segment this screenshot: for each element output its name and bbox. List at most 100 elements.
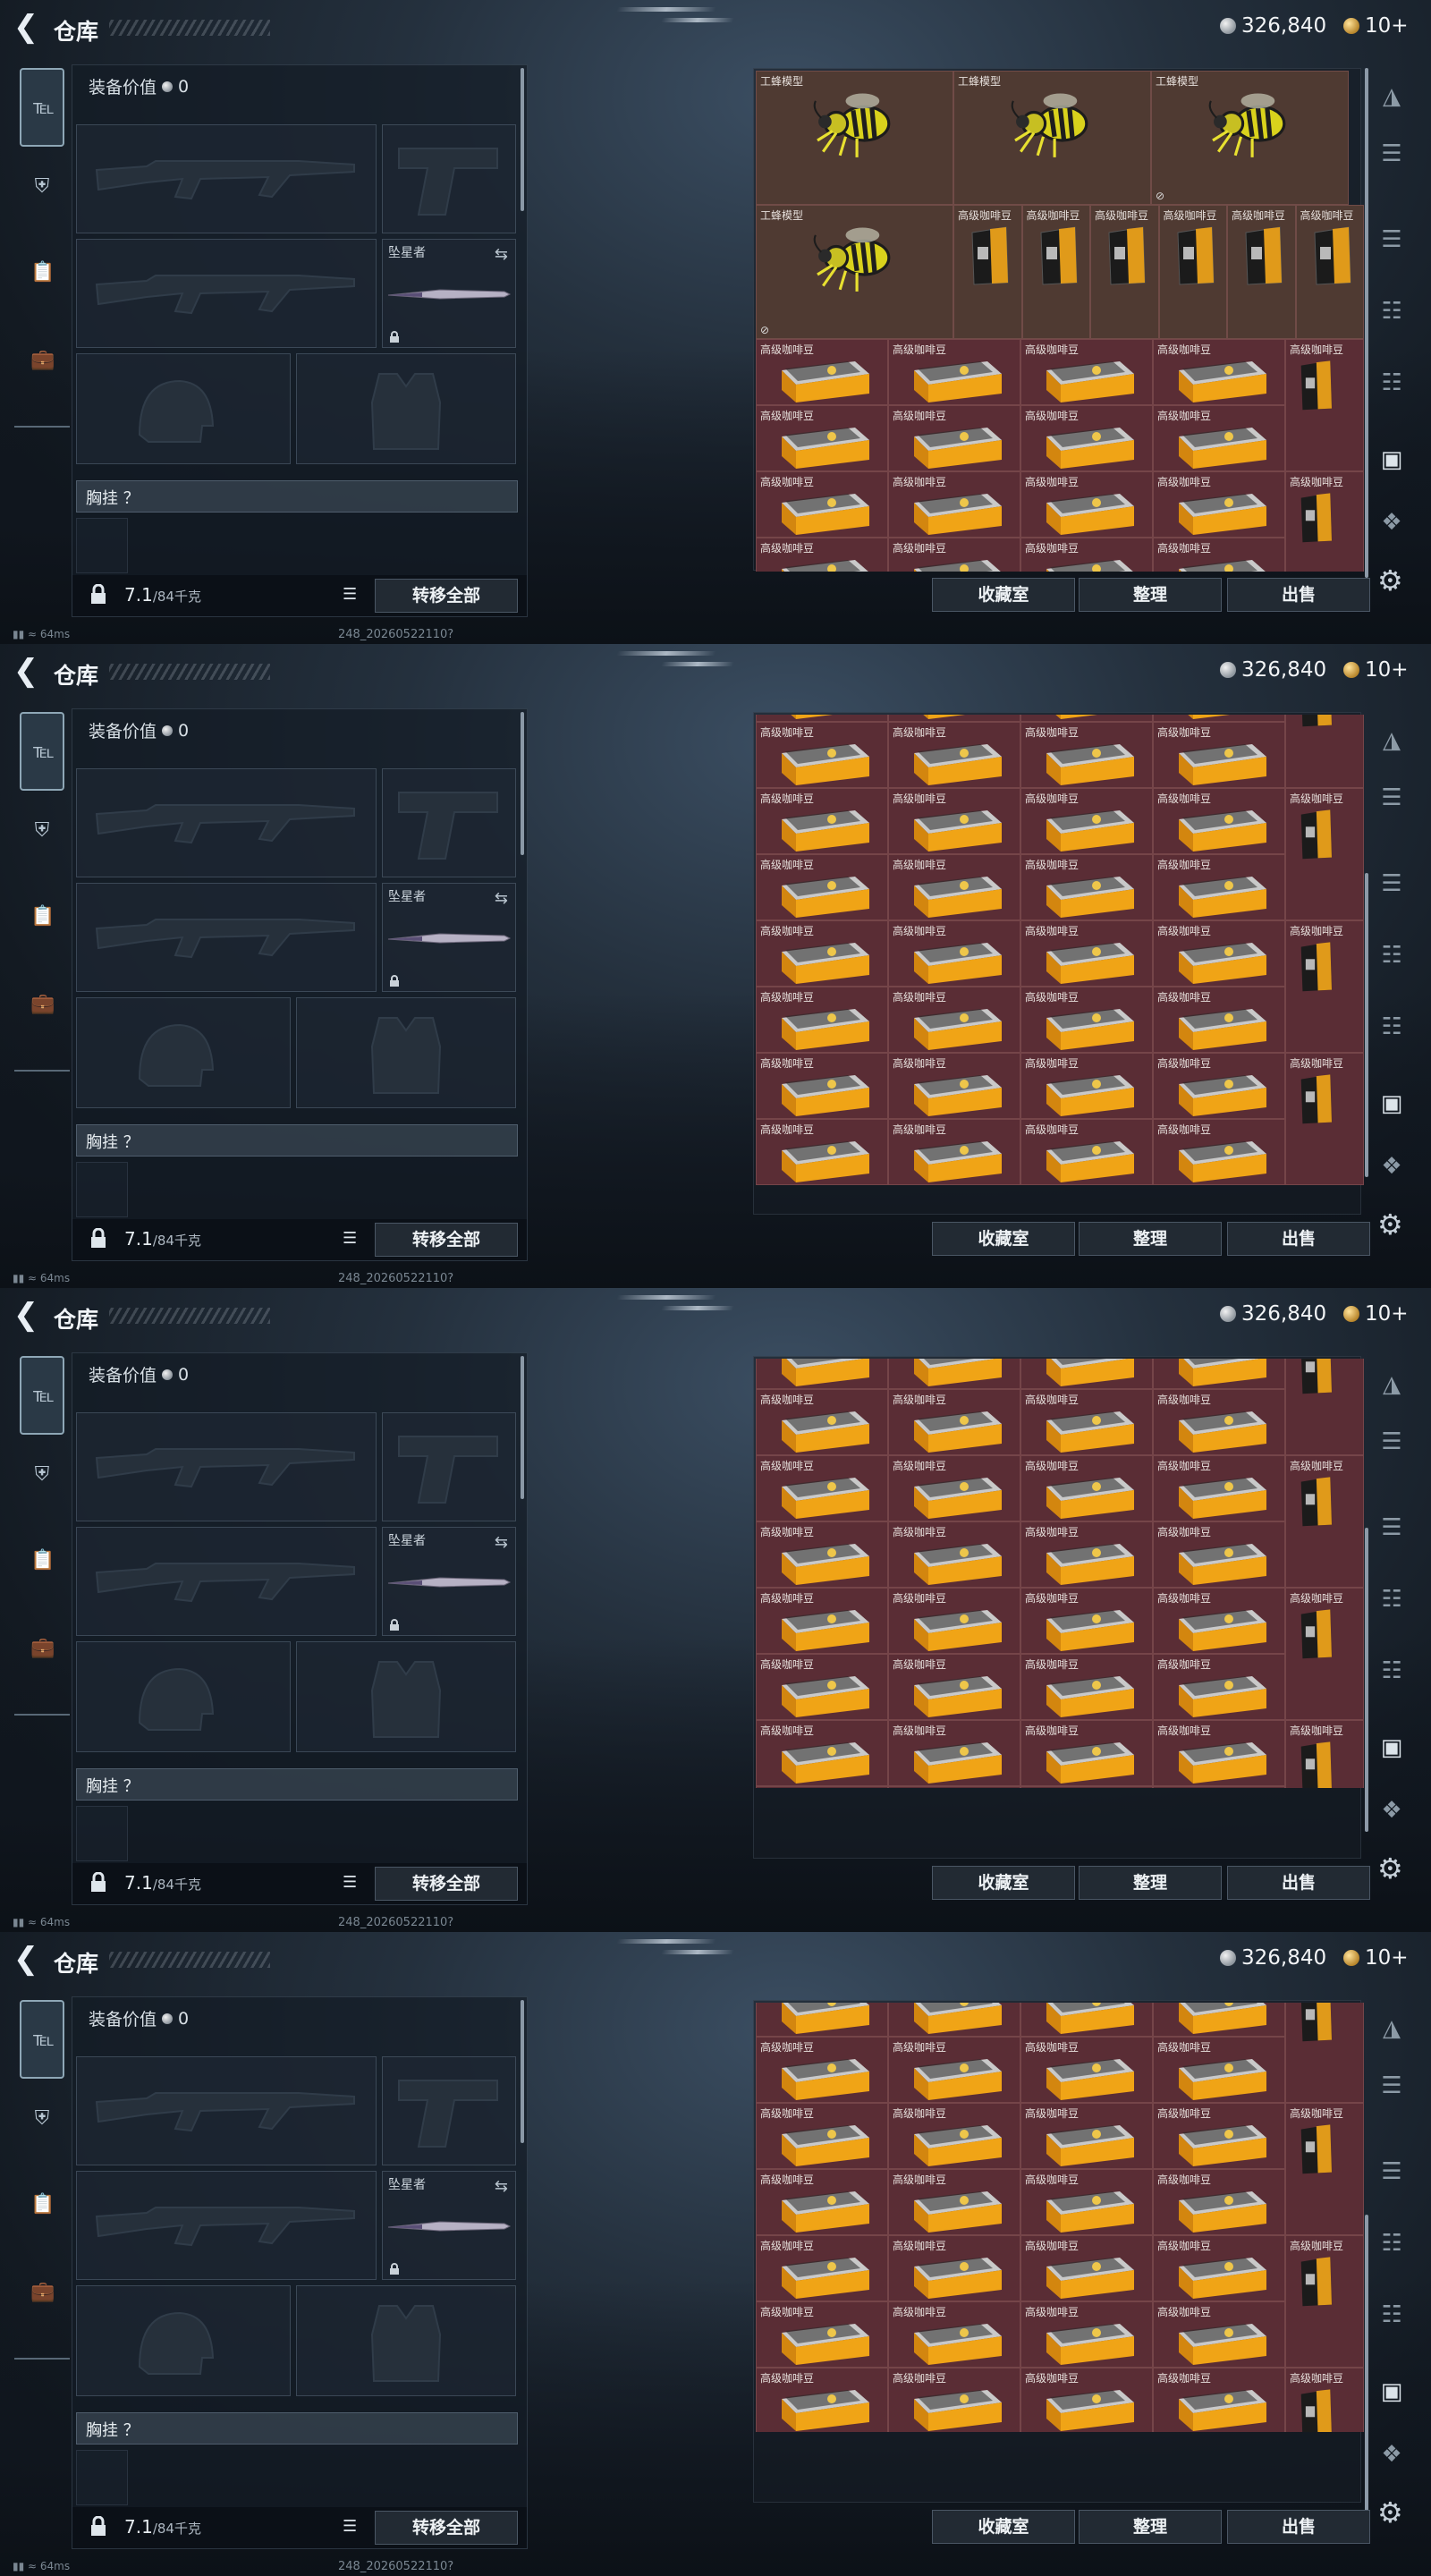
nav-tasks[interactable]: 📋 [20, 2177, 64, 2256]
inventory-cell[interactable]: 高级咖啡豆 [888, 2368, 1020, 2432]
weapon-filter-icon[interactable]: ☰ [1374, 782, 1410, 814]
nav-armor[interactable]: ⛨ [20, 1445, 64, 1524]
melee-slot[interactable]: 坠星者 ⇆ [382, 1527, 516, 1636]
inventory-cell[interactable]: 高级咖啡豆 [1020, 1521, 1153, 1588]
sell-button[interactable]: 出售 [1227, 578, 1370, 612]
inventory-cell[interactable]: 高级咖啡豆 [1285, 2003, 1364, 2103]
list-icon[interactable]: ☰ [343, 1875, 362, 1892]
inventory-cell[interactable]: 高级咖啡豆 [1153, 1720, 1285, 1786]
nav-weapons[interactable]: ℡ [20, 2000, 64, 2079]
body-armor-slot[interactable] [296, 2285, 516, 2396]
storage-scrollbar[interactable] [1365, 873, 1368, 1177]
inventory-cell[interactable]: 高级咖啡豆 [888, 1455, 1020, 1521]
inventory-cell[interactable]: 高级咖啡豆 [888, 1359, 1020, 1389]
primary-weapon-slot[interactable] [76, 768, 377, 877]
misc-filter-icon[interactable]: ❖ [1374, 2438, 1410, 2470]
sell-button[interactable]: 出售 [1227, 1866, 1370, 1900]
inventory-cell[interactable]: 高级咖啡豆 [1153, 722, 1285, 788]
gold-currency[interactable]: 10+ [1343, 658, 1409, 682]
chest-rig-item[interactable] [76, 1806, 128, 1861]
inventory-cell[interactable]: 高级咖啡豆 [1153, 1053, 1285, 1119]
loot-filter-icon[interactable]: ▣ [1374, 1732, 1410, 1764]
nav-backpack[interactable]: 💼 [20, 1621, 64, 1699]
inventory-cell[interactable]: 高级咖啡豆 [1285, 1455, 1364, 1588]
primary-weapon-slot[interactable] [76, 124, 377, 233]
nav-backpack[interactable]: 💼 [20, 2265, 64, 2343]
inventory-cell[interactable]: 高级咖啡豆 [888, 1588, 1020, 1654]
inventory-cell[interactable]: 高级咖啡豆 [1020, 987, 1153, 1053]
nav-backpack[interactable]: 💼 [20, 333, 64, 411]
inventory-cell[interactable]: 高级咖啡豆 [1285, 788, 1364, 920]
inventory-cell[interactable]: 高级咖啡豆 [1020, 2037, 1153, 2103]
body-armor-slot[interactable] [296, 353, 516, 464]
back-arrow-icon[interactable]: ❮ [13, 12, 39, 42]
list-icon[interactable]: ☰ [343, 587, 362, 604]
melee-slot[interactable]: 坠星者 ⇆ [382, 883, 516, 992]
inventory-cell[interactable]: 高级咖啡豆 [756, 1521, 888, 1588]
pistol-slot[interactable] [382, 768, 516, 877]
back-arrow-icon[interactable]: ❮ [13, 656, 39, 686]
attachment-filter-icon[interactable]: ☷ [1374, 367, 1410, 399]
gold-currency[interactable]: 10+ [1343, 14, 1409, 38]
nav-tasks[interactable]: 📋 [20, 1533, 64, 1612]
inventory-cell[interactable]: 高级咖啡豆 [1020, 1053, 1153, 1119]
inventory-cell[interactable]: 高级咖啡豆 [1285, 471, 1364, 572]
inventory-cell[interactable]: 高级咖啡豆 [1020, 339, 1153, 405]
inventory-cell[interactable]: 高级咖啡豆 [756, 1119, 888, 1185]
inventory-cell[interactable]: 高级咖啡豆 [1020, 2169, 1153, 2235]
secondary-weapon-slot[interactable] [76, 1527, 377, 1636]
inventory-cell[interactable]: 高级咖啡豆 [888, 987, 1020, 1053]
inventory-cell[interactable]: 高级咖啡豆 [888, 722, 1020, 788]
inventory-cell[interactable]: 高级咖啡豆 [1285, 339, 1364, 471]
ammo-filter-icon[interactable]: ☷ [1374, 295, 1410, 327]
inventory-cell[interactable]: 高级咖啡豆 [1020, 538, 1153, 572]
inventory-cell[interactable]: 高级咖啡豆 [1153, 1588, 1285, 1654]
inventory-cell[interactable]: 高级咖啡豆 [1153, 715, 1285, 722]
misc-filter-icon[interactable]: ❖ [1374, 1150, 1410, 1182]
inventory-cell[interactable]: 高级咖啡豆 [888, 1389, 1020, 1455]
inventory-cell[interactable]: 高级咖啡豆 [1153, 2003, 1285, 2037]
back-arrow-icon[interactable]: ❮ [13, 1944, 39, 1974]
inventory-cell[interactable]: 高级咖啡豆 [756, 1455, 888, 1521]
inventory-cell[interactable]: 高级咖啡豆 [1153, 2037, 1285, 2103]
list-icon[interactable]: ☰ [343, 2519, 362, 2536]
inventory-cell[interactable]: 高级咖啡豆 [1153, 538, 1285, 572]
inventory-cell[interactable]: 高级咖啡豆 [1285, 1720, 1364, 1788]
inventory-cell[interactable]: 高级咖啡豆 [888, 538, 1020, 572]
storage-scrollbar[interactable] [1365, 68, 1368, 578]
inventory-cell[interactable]: 高级咖啡豆 [1153, 920, 1285, 987]
inventory-cell[interactable]: 高级咖啡豆 [756, 2301, 888, 2368]
inventory-cell[interactable]: 高级咖啡豆 [756, 1720, 888, 1786]
inventory-cell[interactable]: 高级咖啡豆 [756, 538, 888, 572]
nav-weapons[interactable]: ℡ [20, 712, 64, 791]
inventory-cell[interactable]: 高级咖啡豆 [756, 1786, 888, 1788]
inventory-cell[interactable]: 高级咖啡豆 [1020, 788, 1153, 854]
collection-room-button[interactable]: 收藏室 [932, 2510, 1075, 2544]
inventory-cell[interactable]: 高级咖啡豆 [1153, 1786, 1285, 1788]
inventory-cell[interactable]: 高级咖啡豆 [888, 920, 1020, 987]
helmet-filter-icon[interactable]: ◮ [1374, 724, 1410, 757]
ammo-filter-icon[interactable]: ☷ [1374, 1583, 1410, 1615]
inventory-cell[interactable]: 高级咖啡豆 [1020, 854, 1153, 920]
loot-filter-icon[interactable]: ▣ [1374, 444, 1410, 476]
inventory-cell[interactable]: 高级咖啡豆 [756, 339, 888, 405]
helmet-filter-icon[interactable]: ◮ [1374, 1368, 1410, 1401]
inventory-cell[interactable]: 高级咖啡豆 [888, 2103, 1020, 2169]
nav-armor[interactable]: ⛨ [20, 157, 64, 236]
inventory-cell[interactable]: 高级咖啡豆 [756, 2169, 888, 2235]
weapon-filter-icon[interactable]: ☰ [1374, 2156, 1410, 2188]
inventory-cell[interactable]: 高级咖啡豆 [888, 471, 1020, 538]
helmet-slot[interactable] [76, 353, 291, 464]
weapon-filter-icon[interactable]: ☰ [1374, 1512, 1410, 1544]
inventory-cell[interactable]: 高级咖啡豆 [1153, 405, 1285, 471]
sort-button[interactable]: 整理 [1079, 578, 1222, 612]
inventory-cell[interactable]: 高级咖啡豆 [756, 2003, 888, 2037]
sort-button[interactable]: 整理 [1079, 2510, 1222, 2544]
inventory-cell[interactable]: 高级咖啡豆 [756, 1053, 888, 1119]
inventory-cell[interactable]: 高级咖啡豆 [756, 987, 888, 1053]
inventory-cell[interactable]: 高级咖啡豆 [1227, 205, 1296, 339]
inventory-cell[interactable]: 高级咖啡豆 [1153, 471, 1285, 538]
weapon-filter-icon[interactable]: ☰ [1374, 224, 1410, 256]
inventory-cell[interactable]: 高级咖啡豆 [1285, 715, 1364, 788]
inventory-cell[interactable]: 高级咖啡豆 [1153, 854, 1285, 920]
